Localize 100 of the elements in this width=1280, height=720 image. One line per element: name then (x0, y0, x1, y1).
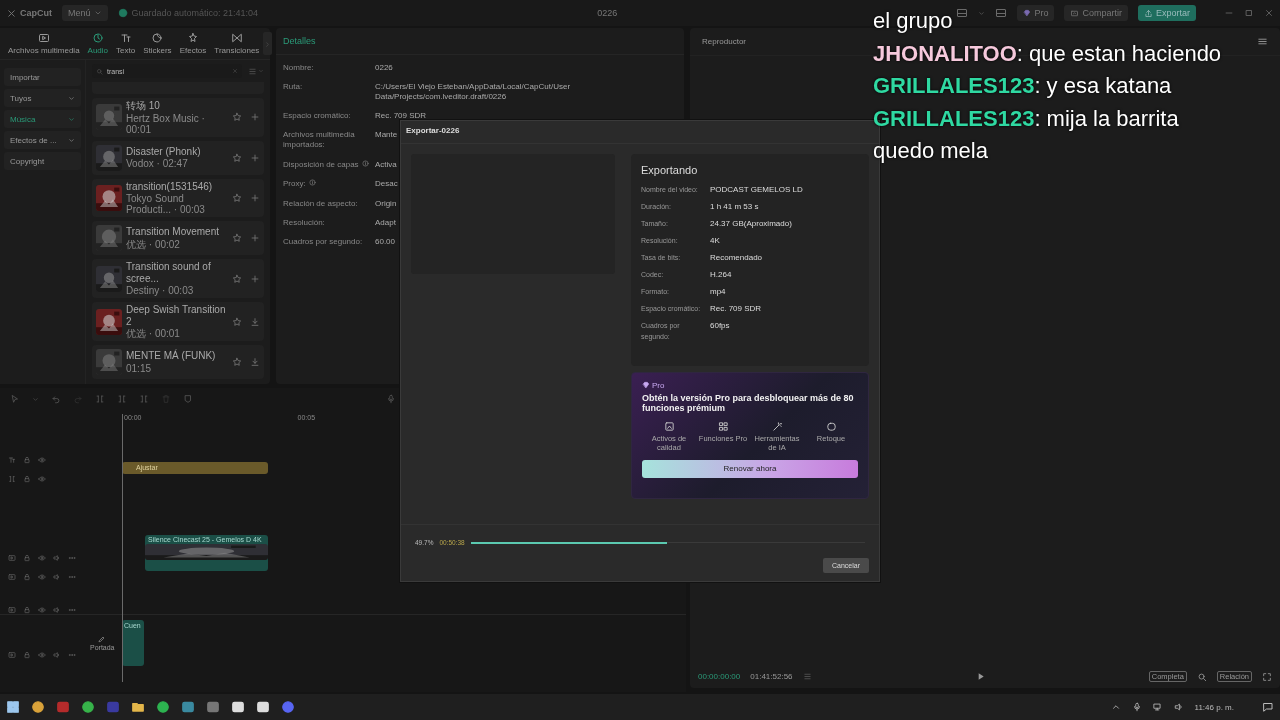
renew-button[interactable]: Renovar ahora (642, 459, 858, 478)
detail-value: Mante (375, 129, 398, 141)
maximize-icon[interactable] (1244, 8, 1254, 18)
category-item[interactable]: Importar (4, 68, 81, 86)
eye-icon[interactable] (38, 572, 46, 581)
clear-icon (232, 68, 238, 74)
sound-card[interactable]: 转场 10 Hertz Box Music · 00:01 (92, 98, 264, 137)
project-title: 0226 (597, 8, 618, 18)
lock-icon[interactable] (23, 605, 31, 614)
cursor-icon[interactable] (10, 394, 20, 404)
saved-status-icon (117, 8, 128, 18)
sound-title: Deep Swish Transition 2 (126, 304, 227, 327)
close-icon[interactable] (1264, 8, 1274, 18)
panel-tab[interactable]: Texto (112, 32, 140, 55)
detail-value: 60.00 (375, 237, 396, 248)
panel-tab[interactable]: Audio (83, 32, 113, 55)
speaker-icon[interactable] (53, 650, 61, 659)
next-tab-button[interactable] (263, 32, 273, 55)
network-icon[interactable] (1152, 702, 1163, 712)
category-item[interactable]: Tuyos (4, 89, 81, 107)
speaker-icon[interactable] (53, 553, 61, 562)
category-item[interactable]: Copyright (4, 152, 81, 170)
chevron-icon[interactable] (1110, 702, 1121, 712)
layout-icon[interactable] (956, 7, 969, 19)
speaker-icon[interactable] (53, 572, 61, 581)
layout-icon[interactable] (995, 7, 1008, 19)
menu-button[interactable]: Menú (62, 5, 108, 21)
info-value: 4K (710, 236, 721, 247)
panel-tab[interactable]: Stickers (139, 32, 176, 55)
download-icon[interactable] (250, 357, 260, 367)
undo-icon[interactable] (51, 394, 61, 404)
mic-icon[interactable] (1131, 702, 1142, 712)
image-icon (663, 420, 675, 432)
favorite-icon[interactable] (232, 357, 242, 367)
panel-tab[interactable]: Archivos multimedia (4, 32, 84, 55)
panel-tab[interactable]: Efectos (175, 32, 211, 55)
eye-icon[interactable] (38, 650, 46, 659)
lock-icon[interactable] (23, 455, 31, 464)
add-icon[interactable] (250, 233, 260, 243)
menu-icon[interactable] (1257, 36, 1268, 47)
share-button[interactable]: Compartir (1064, 5, 1128, 21)
favorite-icon[interactable] (232, 152, 242, 163)
marker-icon[interactable] (183, 394, 193, 404)
add-icon[interactable] (250, 112, 260, 123)
download-icon[interactable] (250, 316, 260, 327)
sound-card[interactable]: transition(1531546) Tokyo Sound Producti... · 00:03 (92, 178, 264, 217)
favorite-icon[interactable] (232, 273, 242, 284)
volume-icon[interactable] (1173, 702, 1184, 712)
speaker-icon[interactable] (53, 605, 61, 614)
favorite-icon[interactable] (232, 192, 242, 203)
fullscreen-icon[interactable] (1262, 671, 1272, 682)
add-icon[interactable] (250, 273, 260, 284)
windows-icon[interactable] (6, 700, 20, 714)
sound-title: 转场 10 (126, 100, 161, 112)
category-item[interactable]: Música (4, 110, 81, 128)
pro-button[interactable]: Pro (1017, 5, 1055, 21)
caret-icon (978, 9, 986, 17)
notification-icon[interactable] (1262, 701, 1274, 713)
track-icon[interactable] (8, 572, 16, 581)
pro-message: Obtén la versión Pro para desbloquear más de 80 funciones prémium (642, 392, 855, 413)
zoom-icon[interactable] (1196, 671, 1207, 682)
detail-label: Relación de aspecto: (283, 198, 358, 209)
favorite-icon[interactable] (232, 316, 242, 327)
add-icon[interactable] (250, 192, 260, 203)
clock[interactable]: 11:46 p. m. (1194, 702, 1234, 712)
media-icon (37, 32, 50, 44)
list-icon[interactable] (802, 672, 812, 681)
text-icon[interactable] (8, 455, 16, 464)
eye-icon[interactable] (38, 474, 46, 483)
sound-card[interactable]: Disaster (Phonk) Vodox · 02:47 (92, 140, 264, 175)
panel-tab[interactable]: Transiciones (210, 32, 264, 55)
split-icon[interactable] (95, 394, 105, 404)
split-icon[interactable] (139, 394, 149, 404)
sound-card[interactable]: Deep Swish Transition 2 优选 · 00:01 (92, 302, 264, 341)
adjust-icon[interactable] (8, 474, 16, 483)
chat-message: GRILLALES123: y esa katana (873, 72, 1172, 100)
eye-icon[interactable] (38, 553, 46, 562)
filter-icon[interactable] (248, 66, 257, 76)
split-icon[interactable] (117, 394, 127, 404)
lock-icon[interactable] (23, 553, 31, 562)
favorite-icon[interactable] (232, 233, 242, 243)
folder-icon[interactable] (131, 700, 145, 714)
detail-value: Activa (375, 159, 397, 171)
sound-card[interactable]: Transition sound of scree... Destiny · 00:03 (92, 259, 264, 298)
track-icon[interactable] (8, 605, 16, 614)
sound-title: Transition Movement (126, 226, 220, 238)
text-icon (119, 32, 132, 44)
eye-icon[interactable] (38, 605, 46, 614)
track-icon[interactable] (8, 553, 16, 562)
clock-icon (91, 32, 104, 44)
sound-card[interactable]: Transition Movement 优选 · 00:02 (92, 221, 264, 255)
lock-icon[interactable] (23, 572, 31, 581)
sound-card[interactable]: MENTE MÁ (FUNK) 01:15 (92, 345, 264, 379)
lock-icon[interactable] (23, 474, 31, 483)
lock-icon[interactable] (23, 650, 31, 659)
add-icon[interactable] (250, 152, 260, 163)
category-item[interactable]: Efectos de ... (4, 131, 81, 149)
track-icon[interactable] (8, 650, 16, 659)
favorite-icon[interactable] (232, 112, 242, 123)
eye-icon[interactable] (38, 455, 46, 464)
